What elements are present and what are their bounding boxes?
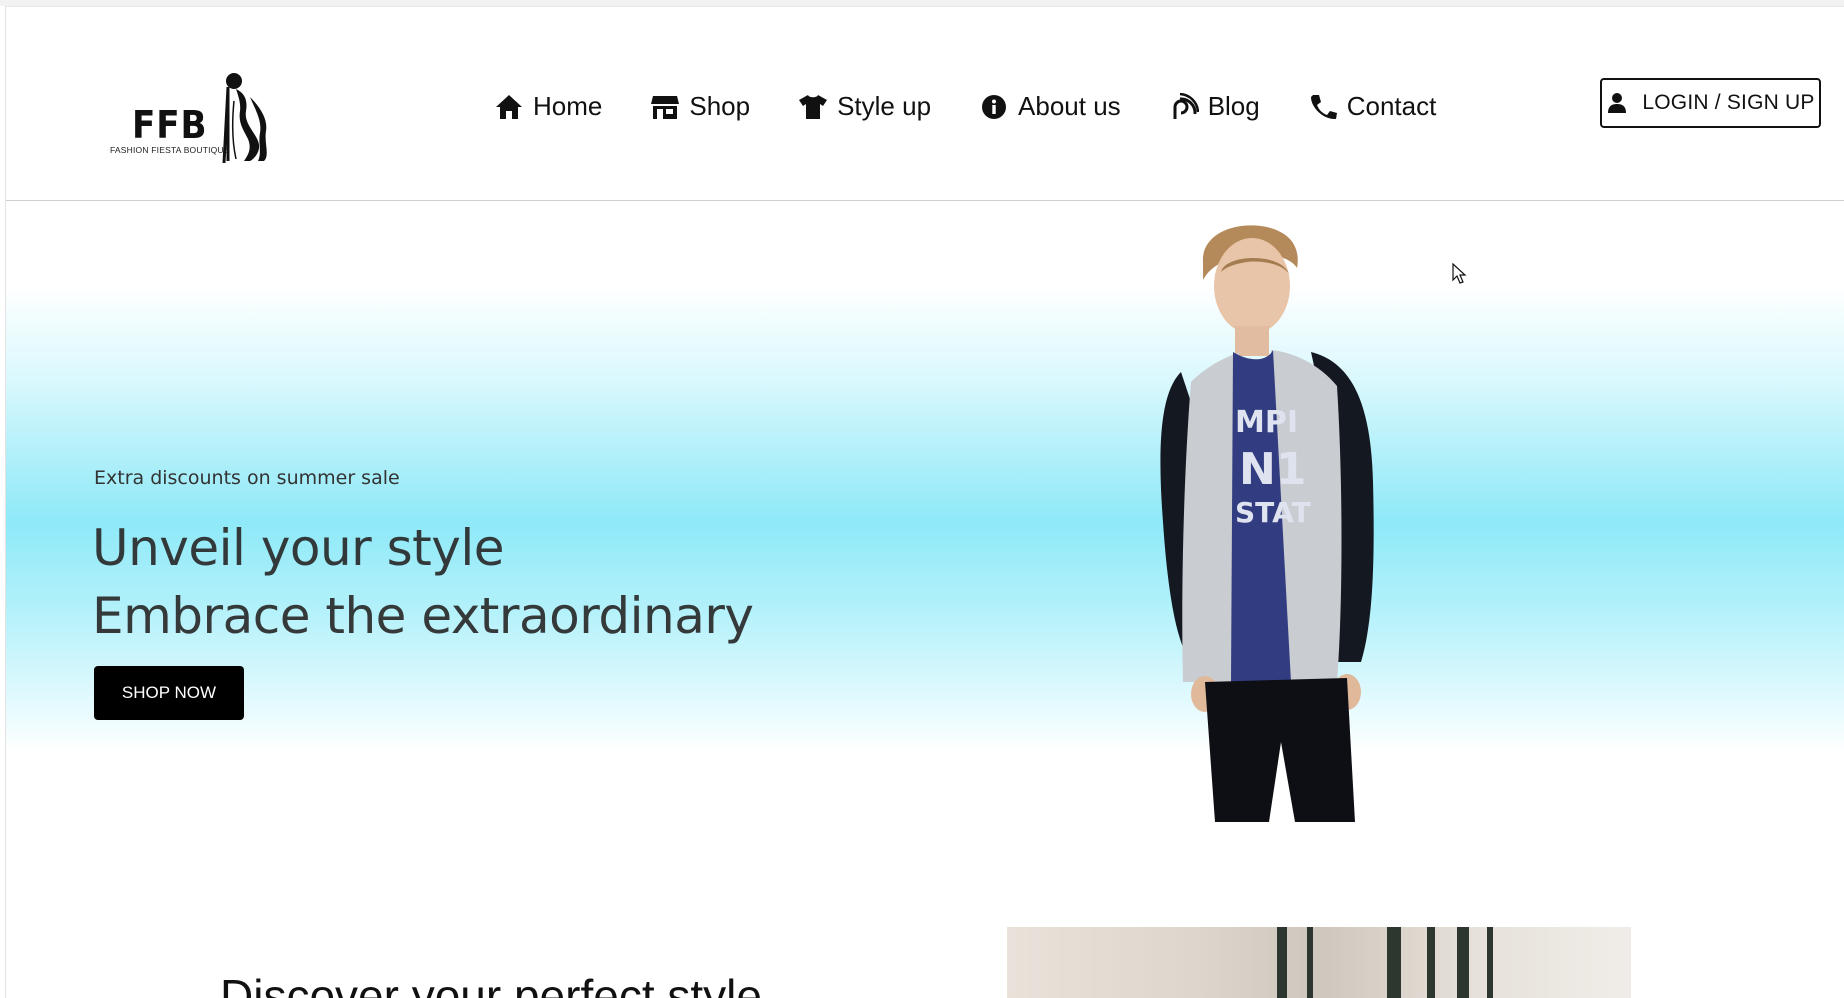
svg-text:N1: N1 <box>1239 444 1306 495</box>
nav-shop-label: Shop <box>689 91 751 121</box>
home-icon <box>496 94 522 119</box>
nav-style-up[interactable]: Style up <box>798 91 931 122</box>
headline-line-2: Embrace the extraordinary <box>92 587 754 645</box>
section-heading: Discover your perfect style <box>220 970 762 998</box>
nav-home-label: Home <box>533 91 603 121</box>
hero-headline: Unveil your style Embrace the extraordin… <box>92 514 754 650</box>
svg-text:MPI: MPI <box>1235 405 1298 440</box>
brand-tagline: FASHION FIESTA BOUTIQUE <box>110 145 230 155</box>
shop-now-button[interactable]: SHOP NOW <box>94 666 244 720</box>
nav-about-us-label: About us <box>1018 91 1121 121</box>
page: FFB FASHION FIESTA BOUTIQUE Home Shop St… <box>5 6 1844 998</box>
nav-home[interactable]: Home <box>494 91 602 122</box>
tshirt-icon <box>799 94 828 119</box>
headline-line-1: Unveil your style <box>92 519 505 577</box>
nav-blog-label: Blog <box>1207 91 1260 121</box>
promo-text: Extra discounts on summer sale <box>94 467 400 489</box>
main-nav: Home Shop Style up About us Blog Contact <box>494 91 1484 122</box>
site-header: FFB FASHION FIESTA BOUTIQUE Home Shop St… <box>6 7 1844 201</box>
section-photo <box>1007 927 1631 998</box>
login-signup-button[interactable]: LOGIN / SIGN UP <box>1600 78 1821 128</box>
fashion-figure-icon <box>222 73 267 163</box>
hero-model-image: MPI N1 STAT <box>1160 225 1374 822</box>
nav-contact-label: Contact <box>1346 91 1437 121</box>
login-signup-label: LOGIN / SIGN UP <box>1642 91 1815 114</box>
blog-icon <box>1173 92 1199 119</box>
nav-style-up-label: Style up <box>837 91 932 121</box>
nav-shop[interactable]: Shop <box>650 91 750 122</box>
info-icon <box>982 94 1007 119</box>
svg-text:STAT: STAT <box>1235 496 1311 529</box>
nav-contact[interactable]: Contact <box>1308 91 1437 122</box>
nav-blog[interactable]: Blog <box>1169 91 1260 122</box>
hero-banner: Extra discounts on summer sale Unveil yo… <box>6 202 1844 842</box>
store-icon <box>651 95 680 119</box>
mouse-cursor-icon <box>1452 263 1467 284</box>
phone-icon <box>1310 94 1337 119</box>
brand-name: FFB <box>132 103 208 147</box>
user-icon <box>1608 93 1627 113</box>
brand-logo[interactable]: FFB FASHION FIESTA BOUTIQUE <box>104 69 294 169</box>
nav-about-us[interactable]: About us <box>979 91 1121 122</box>
